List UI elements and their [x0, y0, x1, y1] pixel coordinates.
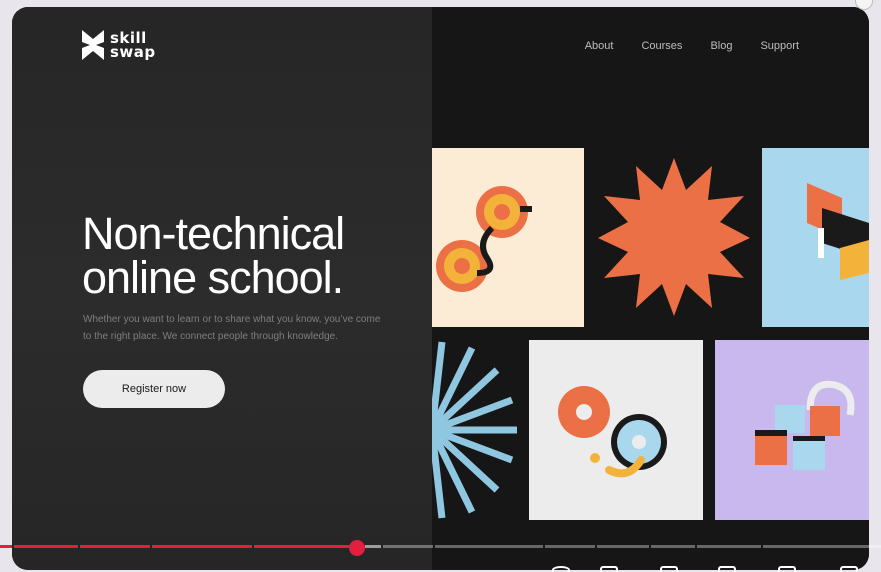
player-controls: [540, 562, 881, 572]
star-illustration-icon: [598, 158, 750, 316]
logo-text: skill swap: [110, 29, 156, 61]
settings-icon[interactable]: [552, 566, 570, 572]
hero-headline: Non-technical online school.: [82, 208, 345, 303]
progress-chapter: [383, 545, 433, 548]
flower-illustration-icon: [436, 186, 532, 292]
cubes-illustration-icon: [755, 380, 855, 470]
progress-chapter: [651, 545, 695, 548]
brand-logo[interactable]: skill swap: [82, 30, 170, 60]
progress-chapter: [254, 545, 354, 548]
art-tile-gears: [529, 340, 703, 520]
art-tile-star: [592, 148, 757, 327]
progress-chapter: [597, 545, 649, 548]
gears-illustration-icon: [558, 386, 667, 478]
hero-art-panel: About Courses Blog Support: [432, 7, 869, 570]
video-progress-bar[interactable]: [0, 540, 881, 556]
nav-about[interactable]: About: [585, 40, 614, 52]
logo-mark-icon: [82, 30, 104, 60]
progress-chapter: [152, 545, 252, 548]
nav-support[interactable]: Support: [760, 40, 799, 52]
register-now-button[interactable]: Register now: [83, 370, 225, 408]
progress-chapter: [80, 545, 150, 548]
art-tile-flowers: [432, 148, 584, 327]
progress-chapter: [14, 545, 78, 548]
art-tile-blocks: [762, 148, 869, 327]
progress-chapter: [697, 545, 761, 548]
progress-buffer: [365, 545, 381, 548]
hero-left-panel: skill swap Non-technical online school. …: [12, 7, 432, 570]
progress-chapter: [763, 545, 881, 548]
theater-mode-icon[interactable]: [778, 566, 796, 572]
progress-chapter: [0, 545, 12, 548]
fullscreen-icon[interactable]: [840, 566, 858, 572]
progress-chapter: [435, 545, 543, 548]
nav-blog[interactable]: Blog: [710, 40, 732, 52]
art-tile-burst: [432, 340, 522, 520]
burst-illustration-icon: [432, 341, 517, 519]
main-nav: About Courses Blog Support: [585, 40, 799, 52]
subtitles-icon[interactable]: [600, 566, 618, 572]
art-tile-cubes: [715, 340, 869, 520]
video-frame: skill swap Non-technical online school. …: [12, 7, 869, 570]
blocks-illustration-icon: [807, 183, 869, 280]
nav-courses[interactable]: Courses: [641, 40, 682, 52]
hero-subtext: Whether you want to learn or to share wh…: [83, 314, 381, 342]
gear-icon[interactable]: [660, 566, 678, 572]
progress-chapter: [545, 545, 595, 548]
progress-scrubber-handle[interactable]: [349, 540, 365, 556]
miniplayer-icon[interactable]: [718, 566, 736, 572]
